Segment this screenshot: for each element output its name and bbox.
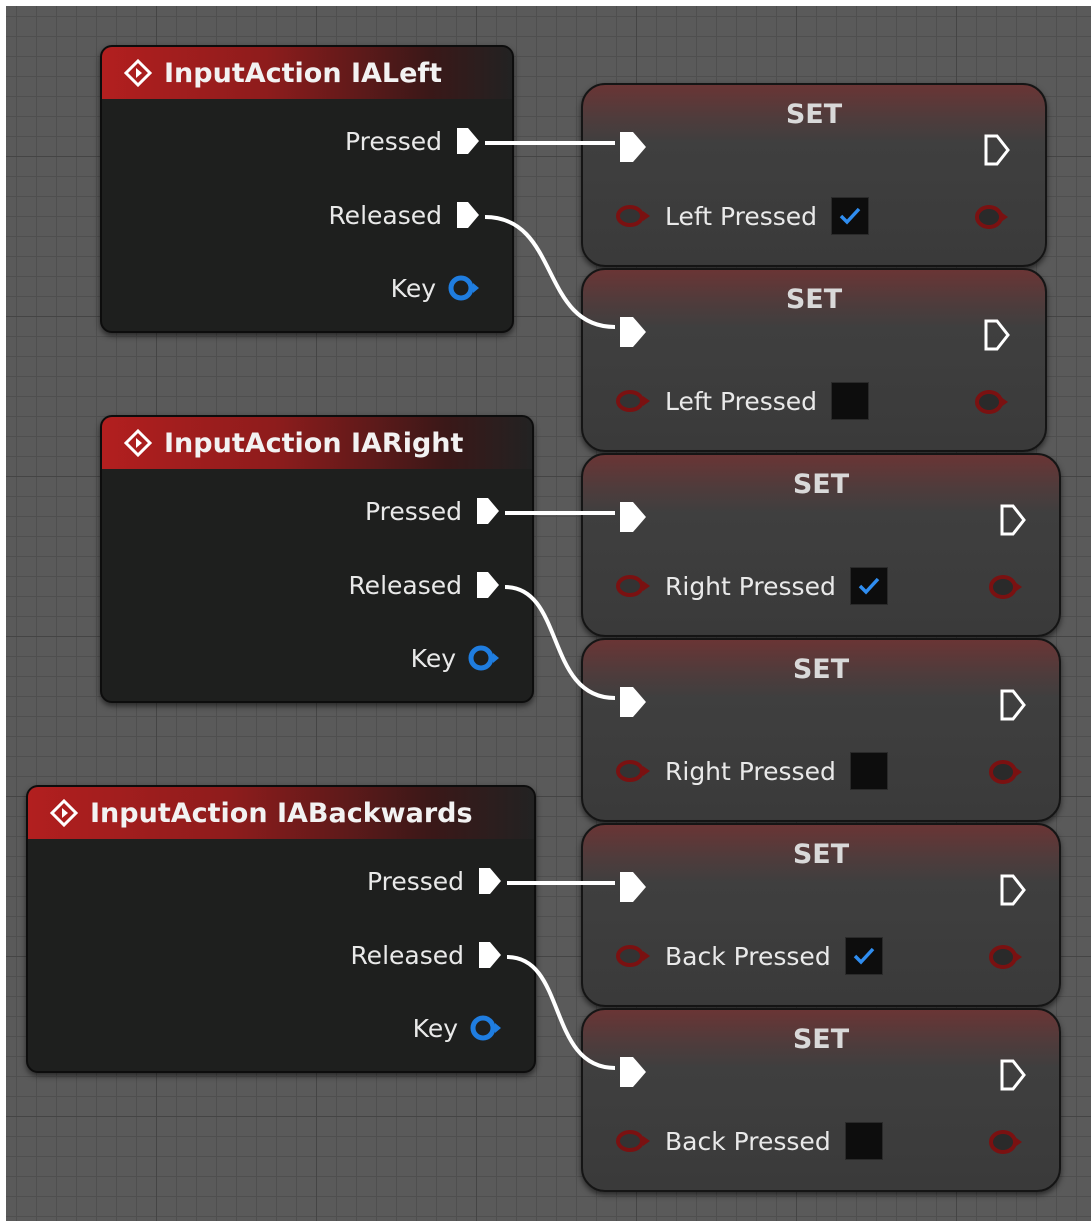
checkmark-icon: [839, 207, 861, 225]
input-action-node-iaright[interactable]: InputAction IARight Pressed Released Key: [100, 415, 534, 703]
key-pin-icon[interactable]: [470, 1013, 504, 1043]
checkbox[interactable]: [844, 1122, 883, 1160]
set-node-title: SET: [792, 469, 850, 500]
set-node-title: SET: [785, 284, 843, 315]
pressed-pin[interactable]: Pressed: [345, 125, 482, 157]
bool-pin-icon[interactable]: [989, 943, 1025, 971]
checkbox[interactable]: [831, 197, 870, 235]
set-node-title: SET: [792, 1024, 850, 1055]
bool-pin-icon[interactable]: [615, 758, 653, 784]
input-action-node-iabackwards[interactable]: InputAction IABackwards Pressed Released…: [26, 785, 536, 1073]
key-pin[interactable]: Key: [413, 1013, 504, 1043]
variable-label: Left Pressed: [665, 201, 818, 231]
key-pin-icon[interactable]: [468, 643, 502, 673]
checkmark-icon: [853, 947, 874, 965]
checkbox[interactable]: [849, 752, 888, 790]
node-header: InputAction IALeft: [102, 47, 512, 99]
input-action-icon: [124, 429, 152, 457]
exec-pin-icon[interactable]: [999, 503, 1027, 537]
pin-label: Released: [328, 200, 442, 230]
bool-pin-icon[interactable]: [989, 1128, 1025, 1156]
set-variable-row: Left Pressed: [615, 197, 870, 235]
set-node-title: SET: [792, 839, 850, 870]
exec-pin-icon[interactable]: [999, 873, 1027, 907]
variable-label: Left Pressed: [665, 386, 818, 416]
released-pin[interactable]: Released: [328, 199, 482, 231]
pin-label: Key: [390, 273, 436, 303]
variable-label: Back Pressed: [665, 941, 831, 971]
exec-pin-icon[interactable]: [454, 125, 482, 157]
exec-pin-icon[interactable]: [617, 499, 649, 535]
node-title: InputAction IABackwards: [90, 797, 473, 829]
exec-pin-icon[interactable]: [999, 1058, 1027, 1092]
set-variable-row: Back Pressed: [615, 1122, 883, 1160]
exec-pin-icon[interactable]: [474, 495, 502, 527]
set-node-left-pressed-true[interactable]: SET Left Pressed: [581, 83, 1047, 267]
exec-pin-icon[interactable]: [617, 684, 649, 720]
set-node-right-pressed-false[interactable]: SET Right Pressed: [581, 638, 1061, 822]
exec-pin-icon[interactable]: [474, 569, 502, 601]
pin-label: Pressed: [364, 496, 462, 526]
variable-label: Right Pressed: [665, 571, 836, 601]
bool-pin-icon[interactable]: [989, 573, 1025, 601]
pin-label: Released: [350, 940, 464, 970]
exec-pin-icon[interactable]: [617, 314, 649, 350]
exec-pin-icon[interactable]: [454, 199, 482, 231]
key-pin[interactable]: Key: [391, 273, 482, 303]
pin-label: Pressed: [344, 126, 442, 156]
node-header: InputAction IABackwards: [28, 787, 534, 839]
set-variable-row: Right Pressed: [615, 567, 888, 605]
set-node-left-pressed-false[interactable]: SET Left Pressed: [581, 268, 1047, 452]
exec-pin-icon[interactable]: [617, 1054, 649, 1090]
set-node-back-pressed-true[interactable]: SET Back Pressed: [581, 823, 1061, 1007]
exec-pin-icon[interactable]: [983, 133, 1011, 167]
checkbox[interactable]: [844, 937, 883, 975]
bool-pin-icon[interactable]: [615, 573, 653, 599]
bool-pin-icon[interactable]: [989, 758, 1025, 786]
bool-pin-icon[interactable]: [615, 203, 653, 229]
exec-pin-icon[interactable]: [476, 865, 504, 897]
bool-pin-icon[interactable]: [615, 1128, 653, 1154]
bool-pin-icon[interactable]: [615, 388, 653, 414]
checkbox[interactable]: [831, 382, 870, 420]
bool-pin-icon[interactable]: [975, 388, 1011, 416]
pin-label: Key: [410, 643, 456, 673]
set-node-right-pressed-true[interactable]: SET Right Pressed: [581, 453, 1061, 637]
released-pin[interactable]: Released: [350, 939, 504, 971]
set-variable-row: Right Pressed: [615, 752, 888, 790]
set-variable-row: Back Pressed: [615, 937, 883, 975]
exec-pin-icon[interactable]: [999, 688, 1027, 722]
node-title: InputAction IALeft: [164, 57, 443, 89]
exec-pin-icon[interactable]: [617, 129, 649, 165]
node-title: InputAction IARight: [164, 427, 464, 459]
key-pin-icon[interactable]: [448, 273, 482, 303]
set-node-back-pressed-false[interactable]: SET Back Pressed: [581, 1008, 1061, 1192]
input-action-icon: [50, 799, 78, 827]
exec-pin-icon[interactable]: [476, 939, 504, 971]
pin-label: Key: [412, 1013, 458, 1043]
set-node-title: SET: [785, 99, 843, 130]
key-pin[interactable]: Key: [411, 643, 502, 673]
checkmark-icon: [858, 577, 880, 595]
pin-label: Pressed: [366, 866, 464, 896]
variable-label: Right Pressed: [665, 756, 836, 786]
pressed-pin[interactable]: Pressed: [367, 865, 504, 897]
released-pin[interactable]: Released: [348, 569, 502, 601]
node-header: InputAction IARight: [102, 417, 532, 469]
variable-label: Back Pressed: [665, 1126, 831, 1156]
set-variable-row: Left Pressed: [615, 382, 870, 420]
bool-pin-icon[interactable]: [615, 943, 653, 969]
pin-label: Released: [348, 570, 462, 600]
checkbox[interactable]: [849, 567, 888, 605]
exec-pin-icon[interactable]: [617, 869, 649, 905]
pressed-pin[interactable]: Pressed: [365, 495, 502, 527]
input-action-node-ialeft[interactable]: InputAction IALeft Pressed Released Key: [100, 45, 514, 333]
exec-pin-icon[interactable]: [983, 318, 1011, 352]
set-node-title: SET: [792, 654, 850, 685]
input-action-icon: [124, 59, 152, 87]
bool-pin-icon[interactable]: [975, 203, 1011, 231]
